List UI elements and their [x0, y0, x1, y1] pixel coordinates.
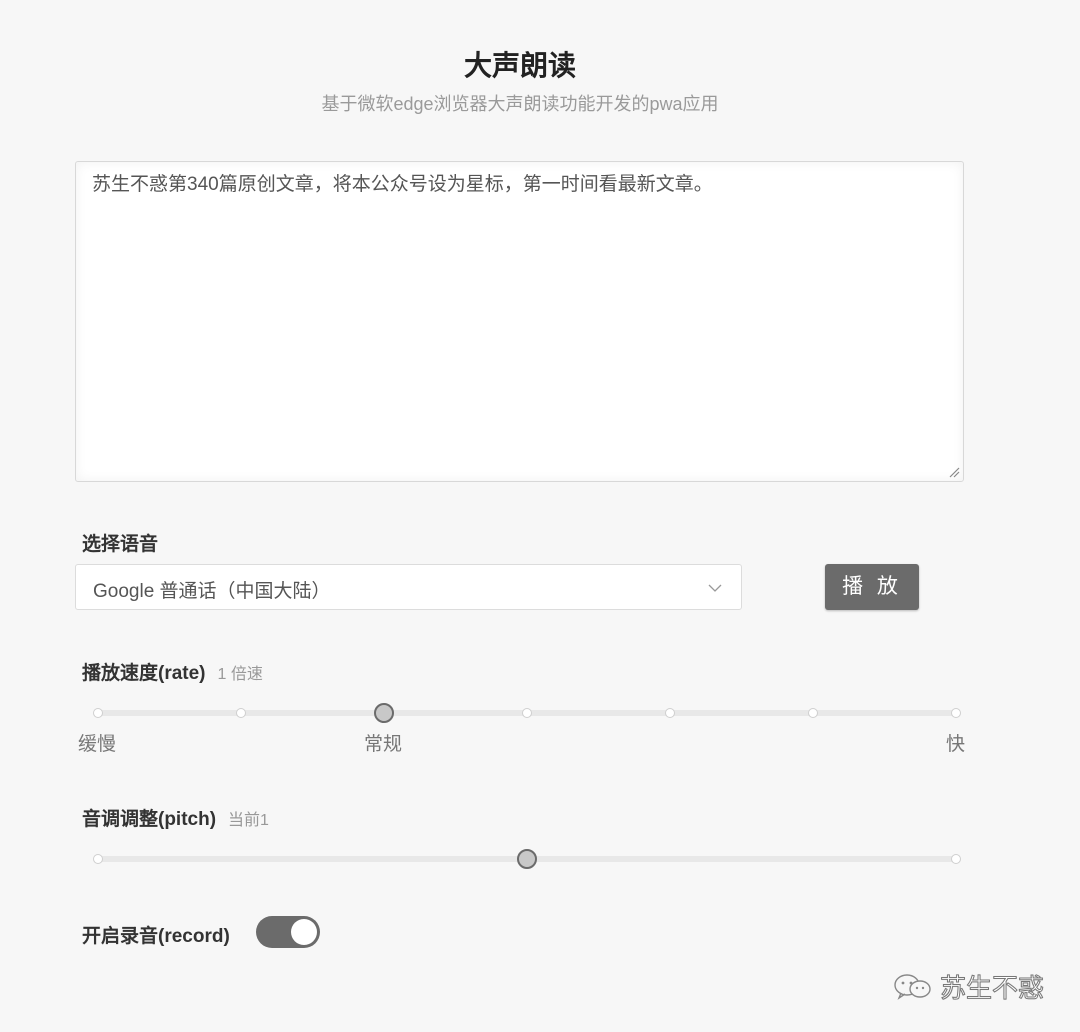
pitch-max-dot	[951, 854, 961, 864]
voice-select-value: Google 普通话（中国大陆）	[93, 581, 331, 602]
pitch-slider-handle[interactable]	[517, 849, 537, 869]
rate-label: 播放速度(rate)	[82, 663, 206, 684]
voice-label: 选择语音	[82, 534, 159, 555]
page-subtitle: 基于微软edge浏览器大声朗读功能开发的pwa应用	[321, 94, 719, 114]
rate-mark-fast: 快	[946, 734, 966, 755]
pitch-hint: 当前1	[228, 812, 269, 829]
watermark: 苏生不惑	[890, 966, 1060, 1006]
rate-step-dot[interactable]	[808, 708, 818, 718]
rate-step-dot[interactable]	[236, 708, 246, 718]
text-input-area[interactable]: 苏生不惑第340篇原创文章，将本公众号设为星标，第一时间看最新文章。	[75, 161, 964, 482]
rate-slider-handle[interactable]	[374, 703, 394, 723]
page-title: 大声朗读	[463, 50, 576, 81]
rate-mark-slow: 缓慢	[78, 734, 117, 755]
text-input-content[interactable]: 苏生不惑第340篇原创文章，将本公众号设为星标，第一时间看最新文章。	[92, 172, 947, 198]
rate-slider[interactable]	[93, 703, 961, 723]
record-toggle[interactable]	[256, 916, 320, 948]
app-page: 大声朗读 基于微软edge浏览器大声朗读功能开发的pwa应用 苏生不惑第340篇…	[0, 0, 1080, 1032]
wechat-icon	[894, 974, 931, 1000]
pitch-min-dot	[93, 854, 103, 864]
record-toggle-knob[interactable]	[291, 919, 317, 945]
watermark-text: 苏生不惑	[939, 973, 1045, 1004]
rate-step-dot[interactable]	[665, 708, 675, 718]
rate-step-dot[interactable]	[951, 708, 961, 718]
play-button[interactable]: 播 放	[825, 564, 919, 610]
pitch-label: 音调调整(pitch)	[82, 809, 217, 830]
rate-label-row: 播放速度(rate) 1 倍速	[82, 658, 263, 685]
chevron-down-icon	[708, 584, 722, 592]
rate-mark-normal: 常规	[364, 734, 403, 755]
pitch-label-row: 音调调整(pitch) 当前1	[82, 804, 269, 831]
record-label: 开启录音(record)	[82, 926, 230, 947]
pitch-slider[interactable]	[93, 849, 961, 869]
rate-step-dot[interactable]	[522, 708, 532, 718]
voice-select[interactable]: Google 普通话（中国大陆）	[75, 564, 742, 610]
rate-hint: 1 倍速	[217, 666, 263, 683]
rate-step-dot[interactable]	[93, 708, 103, 718]
resize-handle-icon[interactable]	[948, 466, 960, 478]
